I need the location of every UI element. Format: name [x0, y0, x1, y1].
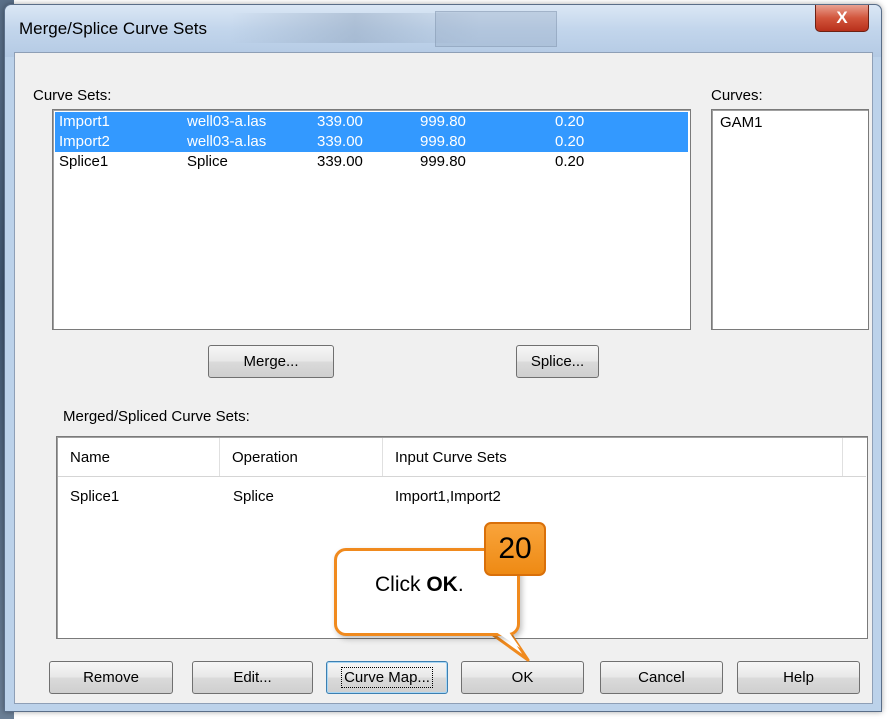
step-number-badge: 20 [484, 522, 546, 576]
curve-set-row[interactable]: Splice1 Splice 339.00 999.80 0.20 [55, 152, 688, 172]
merged-operation: Splice [233, 488, 274, 505]
splice-button[interactable]: Splice... [516, 345, 599, 378]
close-button[interactable]: X [815, 5, 869, 32]
curve-set-name: Import1 [59, 113, 110, 130]
help-button[interactable]: Help [737, 661, 860, 694]
curve-set-row[interactable]: Import1 well03-a.las 339.00 999.80 0.20 [55, 112, 688, 132]
column-header-label: Input Curve Sets [395, 448, 507, 466]
curve-set-step: 0.20 [555, 133, 585, 150]
curve-set-bottom: 999.80 [420, 113, 466, 130]
curve-set-source: well03-a.las [187, 113, 267, 130]
curve-set-top: 339.00 [317, 153, 363, 170]
curve-set-bottom: 999.80 [420, 153, 466, 170]
curve-set-row[interactable]: Import2 well03-a.las 339.00 999.80 0.20 [55, 132, 688, 152]
curve-sets-list[interactable]: Import1 well03-a.las 339.00 999.80 0.20 … [52, 109, 691, 330]
callout-text-suffix: . [457, 573, 464, 596]
curves-list[interactable]: GAM1 [711, 109, 869, 330]
callout-text-bold: OK [426, 573, 458, 596]
title-bar-glass-panel [435, 11, 557, 47]
curves-label: Curves: [711, 87, 763, 104]
curve-set-name: Splice1 [59, 153, 109, 170]
merged-inputs: Import1,Import2 [395, 488, 501, 505]
curve-set-step: 0.20 [555, 113, 585, 130]
curve-map-button-label: Curve Map... [341, 667, 433, 688]
merge-button[interactable]: Merge... [208, 345, 334, 378]
curve-set-top: 339.00 [317, 133, 363, 150]
curve-item[interactable]: GAM1 [720, 114, 763, 131]
ok-button[interactable]: OK [461, 661, 584, 694]
cancel-button[interactable]: Cancel [600, 661, 723, 694]
curve-set-source: well03-a.las [187, 133, 267, 150]
remove-button[interactable]: Remove [49, 661, 173, 694]
title-bar: Merge/Splice Curve Sets X [5, 5, 881, 57]
merged-curve-sets-label: Merged/Spliced Curve Sets: [63, 408, 250, 425]
window-title: Merge/Splice Curve Sets [19, 19, 208, 38]
edit-button[interactable]: Edit... [192, 661, 313, 694]
curve-sets-label: Curve Sets: [33, 87, 112, 104]
curve-set-name: Import2 [59, 133, 110, 150]
callout-text: Click OK. [375, 573, 464, 597]
curve-set-bottom: 999.80 [420, 133, 466, 150]
column-header-operation[interactable]: Operation [220, 438, 383, 476]
curve-set-source: Splice [187, 153, 228, 170]
table-row[interactable]: Splice1 Splice Import1,Import2 [58, 487, 866, 509]
column-header-label: Operation [232, 448, 298, 466]
listview-header: Name Operation Input Curve Sets [58, 438, 866, 477]
callout-text-prefix: Click [375, 573, 427, 596]
close-icon: X [836, 8, 848, 27]
column-header-name[interactable]: Name [58, 438, 220, 476]
curve-set-step: 0.20 [555, 153, 585, 170]
merged-name: Splice1 [70, 488, 120, 505]
column-header-label: Name [70, 448, 111, 466]
curve-map-button[interactable]: Curve Map... [326, 661, 448, 694]
column-header-input-curve-sets[interactable]: Input Curve Sets [383, 438, 843, 476]
curve-set-top: 339.00 [317, 113, 363, 130]
